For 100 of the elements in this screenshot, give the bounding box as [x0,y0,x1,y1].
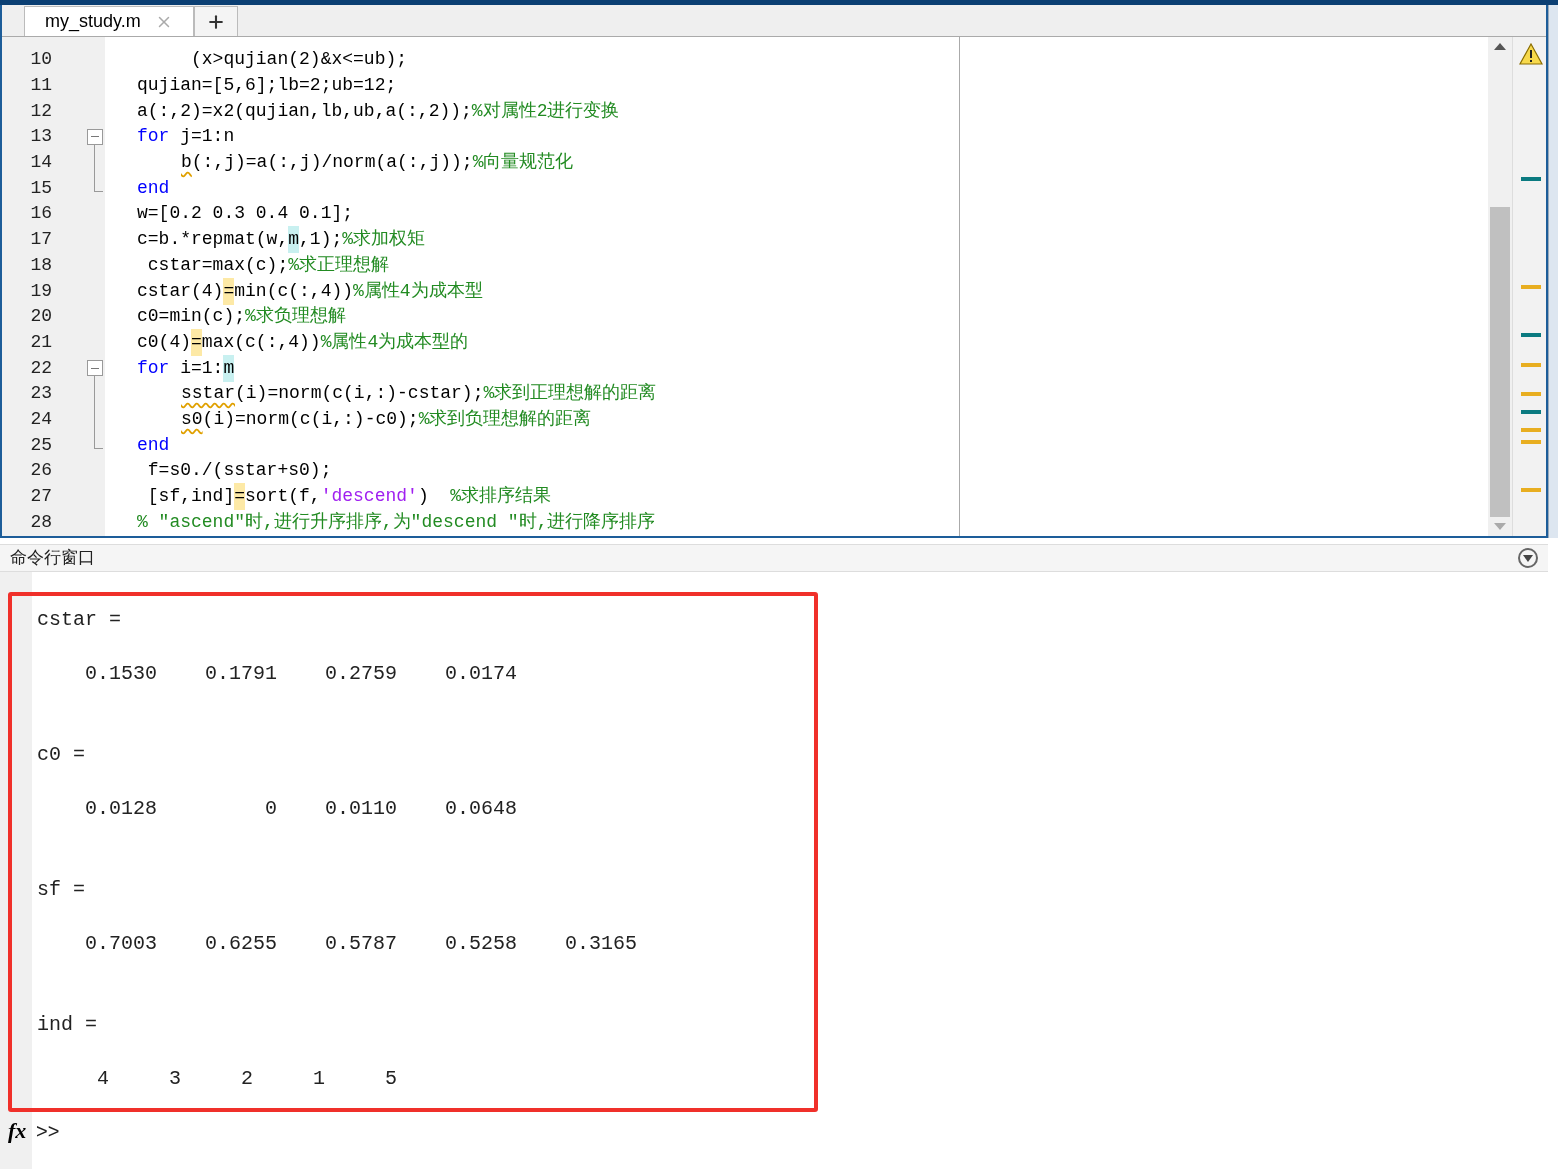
line-number: 11 [29,74,52,98]
code-text: c0(4) [137,330,191,354]
line-number: 24 [29,407,52,431]
function-icon[interactable]: fx [8,1114,32,1147]
code-text: sort(f, [245,485,321,509]
issue-marker[interactable] [1521,177,1541,181]
code-text: ,1); [299,228,343,252]
output-value: 2 [240,1065,253,1092]
output-value: 3 [168,1065,181,1092]
line-number: 14 [29,151,52,175]
code-text: j=1:n [179,125,235,149]
code-text: max(c(:,4)) [201,330,321,354]
code-text: w=[0.2 0.3 0.4 0.1]; [137,202,354,226]
code-text: (i)=norm(c(i,:)-cstar); [235,382,484,406]
line-number: 15 [29,176,52,200]
comment-text: %求正理想解 [288,253,390,277]
code-text: (:,j)=a(:,j)/norm(a(:,j)); [191,151,473,175]
code-text: i=1: [179,356,224,380]
output-value: 0.3165 [564,930,637,957]
issue-marker[interactable] [1521,285,1541,289]
output-value: 5 [384,1065,397,1092]
output-value: 0.0648 [444,795,517,822]
line-number: 21 [29,330,52,354]
code-text: min(c(:,4)) [234,279,354,303]
issue-marker[interactable] [1521,488,1541,492]
output-value: 0.7003 [84,930,157,957]
output-value: 0.0174 [444,660,517,687]
issue-marker[interactable] [1521,333,1541,337]
output-value: 0.5258 [444,930,517,957]
output-value: 0.0110 [324,795,397,822]
output-variable: ind = [37,1011,97,1038]
output-value: 0.6255 [204,930,277,957]
keyword-text: end [137,176,170,200]
code-text: qujian=[5,6];lb=2;ub=12; [137,74,397,98]
code-text: c0=min(c); [137,305,246,329]
command-prompt[interactable]: >> [36,1116,60,1146]
comment-text: %向量规范化 [472,151,574,175]
comment-text: %属性4为成本型 [353,279,483,303]
line-number: 27 [29,485,52,509]
line-number: 25 [29,433,52,457]
line-number: 22 [29,356,52,380]
output-variable: c0 = [37,741,85,768]
line-number: 19 [29,279,52,303]
code-text: cstar(4) [137,279,224,303]
warning-operator: = [223,277,235,305]
fold-toggle[interactable] [87,360,103,377]
line-number: 20 [29,305,52,329]
comment-text: %属性4为成本型的 [320,330,469,354]
issue-marker[interactable] [1521,428,1541,432]
code-text: f=s0./(sstar+s0); [146,459,332,483]
code-text: cstar=max(c); [146,253,289,277]
fold-toggle[interactable] [87,128,103,145]
output-value: 0.1530 [84,660,157,687]
output-variable: sf = [37,876,85,903]
new-tab-button[interactable] [193,6,238,36]
line-number: 17 [29,228,52,252]
highlighted-variable: m [223,354,235,382]
output-value: 1 [312,1065,325,1092]
issue-marker[interactable] [1521,440,1541,444]
keyword-text: end [137,433,170,457]
code-text: (x>qujian(2)&x<=ub); [190,48,408,72]
flagged-variable: b [181,151,192,175]
output-value: 0.2759 [324,660,397,687]
code-text: [sf,ind] [146,485,235,509]
code-text: (i)=norm(c(i,:)-c0); [202,407,419,431]
output-value: 0.1791 [204,660,277,687]
comment-text: %求排序结果 [450,485,552,509]
output-value: 0.5787 [324,930,397,957]
line-number: 26 [29,459,52,483]
line-number: 28 [29,510,52,534]
line-number: 23 [29,382,52,406]
panel-title: 命令行窗口 [10,547,95,570]
comment-text: % "ascend"时,进行升序排序,为"descend "时,进行降序排序 [137,510,656,534]
output-variable: cstar = [37,606,121,633]
file-tab[interactable]: my_study.m [24,6,194,36]
line-number: 18 [29,253,52,277]
line-number: 16 [29,202,52,226]
code-text: c=b.*repmat(w, [137,228,289,252]
scrollbar-thumb[interactable] [1490,207,1510,517]
code-text: ) [417,485,430,509]
warning-operator: = [191,328,202,356]
keyword-text: for [137,356,170,380]
line-number: 10 [29,48,52,72]
line-number: 12 [29,99,52,123]
panel-menu-button[interactable] [1518,548,1538,568]
comment-text: %对属性2进行变换 [471,99,620,123]
issue-marker[interactable] [1521,410,1541,414]
warning-icon[interactable] [1519,43,1543,65]
scrollbar[interactable] [1488,37,1512,536]
flagged-variable: s0 [181,407,203,431]
keyword-text: for [137,125,170,149]
output-value: 0.0128 [84,795,157,822]
comment-text: %求到正理想解的距离 [483,382,657,406]
string-text: 'descend' [320,485,418,509]
highlighted-variable: m [288,226,300,254]
comment-text: %求加权矩 [342,228,426,252]
warning-operator: = [234,483,246,511]
flagged-variable: sstar [181,382,235,406]
issue-marker[interactable] [1521,363,1541,367]
issue-marker[interactable] [1521,392,1541,396]
